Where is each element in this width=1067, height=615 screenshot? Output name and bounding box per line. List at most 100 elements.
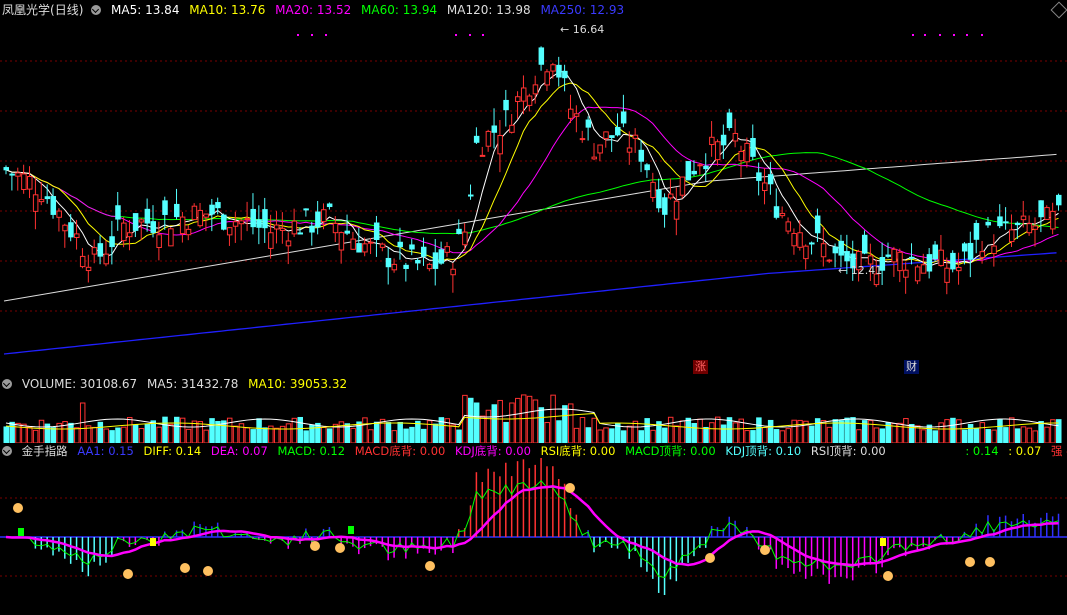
candle-body[interactable] <box>491 125 498 133</box>
candle-body[interactable] <box>632 134 639 139</box>
candle-body[interactable] <box>973 222 980 240</box>
candle-body[interactable] <box>697 164 703 167</box>
volume-bar[interactable] <box>615 423 621 443</box>
volume-bar[interactable] <box>38 419 45 443</box>
candle-body[interactable] <box>420 246 427 257</box>
candle-body[interactable] <box>944 267 950 283</box>
candle-body[interactable] <box>861 234 868 254</box>
volume-bar[interactable] <box>679 420 686 443</box>
candle-body[interactable] <box>1050 210 1056 230</box>
candle-body[interactable] <box>403 264 409 269</box>
candle-body[interactable] <box>9 173 15 176</box>
volume-bar[interactable] <box>544 422 550 443</box>
settings-dropdown-icon[interactable] <box>91 5 102 15</box>
volume-bar[interactable] <box>27 426 33 443</box>
candle-body[interactable] <box>650 181 656 198</box>
candle-body[interactable] <box>1026 223 1033 234</box>
volume-bar[interactable] <box>1038 420 1044 443</box>
volume-bar[interactable] <box>497 399 503 443</box>
volume-bar[interactable] <box>973 428 980 443</box>
candle-body[interactable] <box>744 142 750 163</box>
finger-signal-icon[interactable] <box>705 553 715 563</box>
candle-body[interactable] <box>368 241 374 244</box>
candle-body[interactable] <box>362 243 368 253</box>
volume-bar[interactable] <box>856 429 862 443</box>
volume-bar[interactable] <box>368 429 374 443</box>
finger-signal-icon[interactable] <box>883 571 893 581</box>
candle-body[interactable] <box>797 232 803 248</box>
volume-bar[interactable] <box>50 427 57 443</box>
volume-bar[interactable] <box>285 423 292 443</box>
volume-bar[interactable] <box>697 418 703 443</box>
volume-bar[interactable] <box>603 427 609 443</box>
candle-body[interactable] <box>438 249 445 264</box>
volume-bar[interactable] <box>850 417 856 443</box>
volume-bar[interactable] <box>920 429 927 443</box>
candle-body[interactable] <box>515 96 521 102</box>
volume-bar[interactable] <box>179 417 186 443</box>
candle-body[interactable] <box>556 64 562 78</box>
volume-bar[interactable] <box>250 429 256 443</box>
candle-body[interactable] <box>238 220 245 225</box>
volume-bar[interactable] <box>744 430 750 443</box>
candle-body[interactable] <box>567 108 574 119</box>
volume-bar[interactable] <box>491 404 498 443</box>
candle-body[interactable] <box>409 244 415 250</box>
candle-body[interactable] <box>950 252 956 270</box>
volume-bar[interactable] <box>479 415 486 443</box>
finger-signal-icon[interactable] <box>123 569 133 579</box>
candle-body[interactable] <box>250 208 256 228</box>
candle-body[interactable] <box>620 111 627 124</box>
candle-body[interactable] <box>526 95 533 106</box>
volume-bar[interactable] <box>485 409 492 443</box>
finger-signal-icon[interactable] <box>180 563 190 573</box>
candle-body[interactable] <box>1020 215 1027 221</box>
volume-bar[interactable] <box>632 420 639 443</box>
candle-body[interactable] <box>903 269 909 278</box>
candle-body[interactable] <box>803 245 809 260</box>
volume-chart[interactable] <box>0 391 1067 443</box>
candle-body[interactable] <box>844 251 850 262</box>
volume-bar[interactable] <box>985 429 991 443</box>
volume-bar[interactable] <box>150 420 156 443</box>
candle-body[interactable] <box>785 221 792 232</box>
volume-bar[interactable] <box>785 428 792 443</box>
period-label[interactable]: (日线) <box>50 3 83 17</box>
candle-body[interactable] <box>456 228 462 235</box>
candle-body[interactable] <box>191 205 198 221</box>
candle-body[interactable] <box>309 225 315 233</box>
volume-bar[interactable] <box>203 429 209 443</box>
candle-body[interactable] <box>162 200 168 215</box>
candle-body[interactable] <box>74 233 80 239</box>
volume-bar[interactable] <box>797 419 803 443</box>
volume-bar[interactable] <box>714 416 721 443</box>
volume-bar[interactable] <box>415 420 421 443</box>
candle-body[interactable] <box>1044 207 1050 220</box>
volume-bar[interactable] <box>750 430 756 443</box>
candle-body[interactable] <box>103 253 109 265</box>
candle-body[interactable] <box>21 173 27 190</box>
candle-body[interactable] <box>956 266 962 272</box>
candle-body[interactable] <box>179 216 186 235</box>
candle-body[interactable] <box>509 124 515 133</box>
candle-body[interactable] <box>1032 225 1038 230</box>
candle-body[interactable] <box>762 182 768 192</box>
candle-body[interactable] <box>714 141 721 161</box>
candle-body[interactable] <box>597 144 603 154</box>
candle-body[interactable] <box>703 165 709 170</box>
candle-body[interactable] <box>1056 194 1062 206</box>
volume-bar[interactable] <box>597 429 603 443</box>
volume-bar[interactable] <box>115 427 121 443</box>
candle-body[interactable] <box>256 219 262 228</box>
volume-bar[interactable] <box>791 419 797 443</box>
candle-body[interactable] <box>27 176 33 190</box>
candle-body[interactable] <box>709 136 715 146</box>
candle-body[interactable] <box>532 84 539 95</box>
volume-bar[interactable] <box>662 427 668 443</box>
volume-bar[interactable] <box>809 425 815 443</box>
volume-bar[interactable] <box>1032 430 1038 443</box>
volume-bar[interactable] <box>273 427 280 443</box>
candle-body[interactable] <box>338 232 345 251</box>
volume-bar[interactable] <box>638 430 645 443</box>
candle-body[interactable] <box>468 194 474 197</box>
